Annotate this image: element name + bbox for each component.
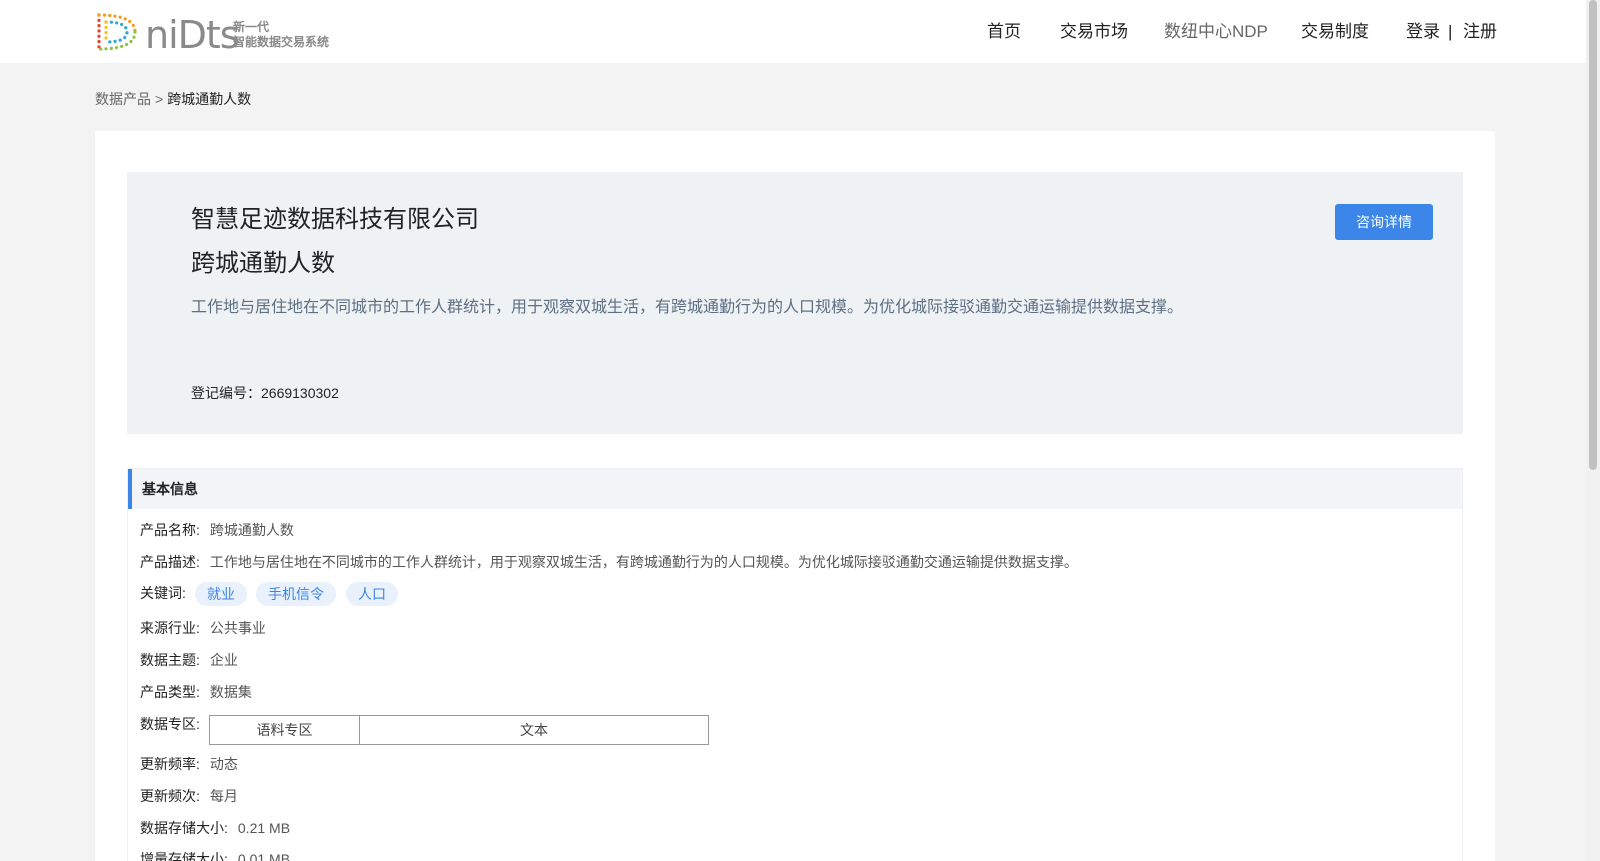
field-value: 跨城通勤人数 xyxy=(209,522,294,538)
keyword-tag[interactable]: 手机信令 xyxy=(256,582,336,606)
nav-ndp[interactable]: 数纽中心NDP xyxy=(1164,20,1268,44)
top-header: niDts 新一代 智能数据交易系统 首页 交易市场 数纽中心NDP 交易制度 … xyxy=(0,0,1586,63)
registration-label: 登记编号： xyxy=(191,385,261,401)
zone-cell: 文本 xyxy=(520,722,548,738)
field-label: 数据存储大小: xyxy=(140,820,228,836)
field-label: 数据主题: xyxy=(140,652,200,668)
logo-subtitle-line1: 新一代 xyxy=(233,20,270,34)
product-summary: 工作地与居住地在不同城市的工作人群统计，用于观察双城生活，有跨城通勤行为的人口规… xyxy=(191,299,1184,316)
breadcrumb-parent[interactable]: 数据产品 xyxy=(95,91,151,107)
site-logo[interactable]: niDts 新一代 智能数据交易系统 xyxy=(93,11,353,57)
company-name: 智慧足迹数据科技有限公司 xyxy=(191,206,479,233)
field-value: 公共事业 xyxy=(209,620,266,636)
field-value: 企业 xyxy=(209,652,238,668)
field-label: 增量存储大小: xyxy=(140,851,228,861)
field-value: 0.21 MB xyxy=(237,820,291,836)
logo-subtitle: 新一代 智能数据交易系统 xyxy=(233,20,329,50)
registration-value: 2669130302 xyxy=(261,385,339,401)
keyword-tag[interactable]: 人口 xyxy=(346,582,398,606)
breadcrumb-current: 跨城通勤人数 xyxy=(167,91,252,107)
data-zone-table: 语料专区 文本 xyxy=(209,715,709,745)
nav-rules[interactable]: 交易制度 xyxy=(1301,20,1369,44)
logo-subtitle-line2: 智能数据交易系统 xyxy=(233,35,330,49)
login-link[interactable]: 登录 xyxy=(1406,20,1440,44)
keyword-tag[interactable]: 就业 xyxy=(195,582,247,606)
field-label: 产品描述: xyxy=(140,554,200,570)
info-row-storage: 数据存储大小: 0.21 MB xyxy=(140,819,290,837)
info-row-zone: 数据专区: xyxy=(140,715,200,733)
logo-text: niDts xyxy=(145,13,240,57)
section-title: 基本信息 xyxy=(142,481,198,497)
field-label: 关键词: xyxy=(140,585,186,601)
field-value: 动态 xyxy=(209,756,238,772)
page-scrollbar[interactable] xyxy=(1586,0,1600,861)
field-label: 产品类型: xyxy=(140,684,200,700)
info-row-product-desc: 产品描述: 工作地与居住地在不同城市的工作人群统计，用于观察双城生活，有跨城通勤行… xyxy=(140,553,1078,571)
zone-cell: 语料专区 xyxy=(210,716,360,744)
breadcrumb: 数据产品 > 跨城通勤人数 xyxy=(95,90,251,108)
info-row-incremental-storage: 增量存储大小: 0.01 MB xyxy=(140,850,290,861)
field-value: 每月 xyxy=(209,788,238,804)
field-value: 数据集 xyxy=(209,684,252,700)
product-hero: 智慧足迹数据科技有限公司 跨城通勤人数 工作地与居住地在不同城市的工作人群统计，… xyxy=(127,172,1463,434)
consult-details-button[interactable]: 咨询详情 xyxy=(1335,204,1433,240)
logo-d-icon xyxy=(97,13,137,51)
info-row-frequency-times: 更新频次: 每月 xyxy=(140,787,238,805)
info-row-product-name: 产品名称: 跨城通勤人数 xyxy=(140,521,294,539)
field-label: 更新频率: xyxy=(140,756,200,772)
nav-divider: | xyxy=(1448,22,1453,41)
info-row-keywords: 关键词: xyxy=(140,584,186,602)
registration-number: 登记编号：2669130302 xyxy=(191,384,339,402)
breadcrumb-separator: > xyxy=(155,91,164,107)
field-label: 来源行业: xyxy=(140,620,200,636)
info-row-industry: 来源行业: 公共事业 xyxy=(140,619,266,637)
info-row-frequency: 更新频率: 动态 xyxy=(140,755,238,773)
info-row-topic: 数据主题: 企业 xyxy=(140,651,238,669)
field-label: 更新频次: xyxy=(140,788,200,804)
scrollbar-thumb[interactable] xyxy=(1589,0,1597,470)
basic-info-section: 基本信息 产品名称: 跨城通勤人数 产品描述: 工作地与居住地在不同城市的工作人群统… xyxy=(127,468,1463,861)
field-value: 0.01 MB xyxy=(237,851,291,861)
register-link[interactable]: 注册 xyxy=(1463,20,1497,44)
info-row-type: 产品类型: 数据集 xyxy=(140,683,252,701)
field-label: 产品名称: xyxy=(140,522,200,538)
nav-market[interactable]: 交易市场 xyxy=(1060,20,1128,44)
section-header: 基本信息 xyxy=(128,469,1462,509)
field-label: 数据专区: xyxy=(140,716,200,732)
nav-home[interactable]: 首页 xyxy=(987,20,1021,44)
field-value: 工作地与居住地在不同城市的工作人群统计，用于观察双城生活，有跨城通勤行为的人口规… xyxy=(209,554,1078,570)
product-title: 跨城通勤人数 xyxy=(191,250,335,277)
main-content: 智慧足迹数据科技有限公司 跨城通勤人数 工作地与居住地在不同城市的工作人群统计，… xyxy=(95,131,1495,861)
